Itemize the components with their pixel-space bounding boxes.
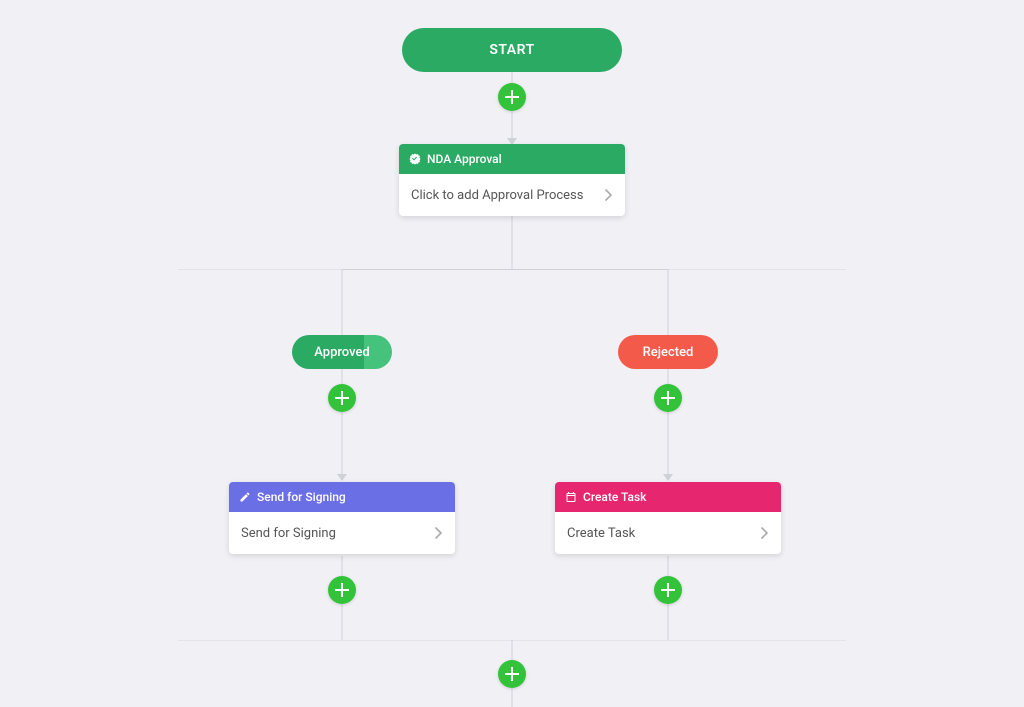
connector bbox=[668, 269, 669, 335]
card-body: Create Task bbox=[555, 512, 781, 554]
card-header: NDA Approval bbox=[399, 144, 625, 174]
start-node[interactable]: START bbox=[402, 28, 622, 72]
card-header: Send for Signing bbox=[229, 482, 455, 512]
card-body-text: Click to add Approval Process bbox=[411, 188, 583, 203]
chevron-right-icon bbox=[761, 527, 769, 539]
plus-icon bbox=[661, 391, 675, 405]
add-step-button[interactable] bbox=[498, 83, 526, 111]
add-step-button[interactable] bbox=[654, 384, 682, 412]
branch-label: Approved bbox=[314, 345, 370, 360]
connector bbox=[512, 216, 513, 270]
add-step-button[interactable] bbox=[654, 576, 682, 604]
plus-icon bbox=[505, 667, 519, 681]
plus-icon bbox=[335, 583, 349, 597]
approval-card[interactable]: NDA Approval Click to add Approval Proce… bbox=[399, 144, 625, 216]
plus-icon bbox=[661, 583, 675, 597]
chevron-right-icon bbox=[435, 527, 443, 539]
connector bbox=[342, 269, 343, 335]
branch-rejected-pill[interactable]: Rejected bbox=[618, 335, 718, 369]
card-header: Create Task bbox=[555, 482, 781, 512]
card-title: Send for Signing bbox=[257, 490, 346, 504]
workflow-canvas: START NDA Approval Click to add Approval… bbox=[0, 0, 1024, 707]
card-title: Create Task bbox=[583, 490, 646, 504]
arrow-down-icon bbox=[663, 474, 673, 481]
add-step-button[interactable] bbox=[328, 384, 356, 412]
add-step-button[interactable] bbox=[328, 576, 356, 604]
card-body: Click to add Approval Process bbox=[399, 174, 625, 216]
seal-icon bbox=[409, 153, 421, 165]
plus-icon bbox=[335, 391, 349, 405]
branch-approved-pill[interactable]: Approved bbox=[292, 335, 392, 369]
chevron-right-icon bbox=[605, 189, 613, 201]
arrow-down-icon bbox=[337, 474, 347, 481]
add-step-button[interactable] bbox=[498, 660, 526, 688]
card-body-text: Send for Signing bbox=[241, 526, 336, 541]
calendar-icon bbox=[565, 491, 577, 503]
create-task-card[interactable]: Create Task Create Task bbox=[555, 482, 781, 554]
branch-label: Rejected bbox=[643, 345, 694, 360]
card-title: NDA Approval bbox=[427, 152, 502, 166]
send-for-signing-card[interactable]: Send for Signing Send for Signing bbox=[229, 482, 455, 554]
card-body-text: Create Task bbox=[567, 526, 635, 541]
plus-icon bbox=[505, 90, 519, 104]
start-label: START bbox=[489, 42, 534, 58]
card-body: Send for Signing bbox=[229, 512, 455, 554]
connector bbox=[342, 269, 668, 270]
pencil-icon bbox=[239, 491, 251, 503]
